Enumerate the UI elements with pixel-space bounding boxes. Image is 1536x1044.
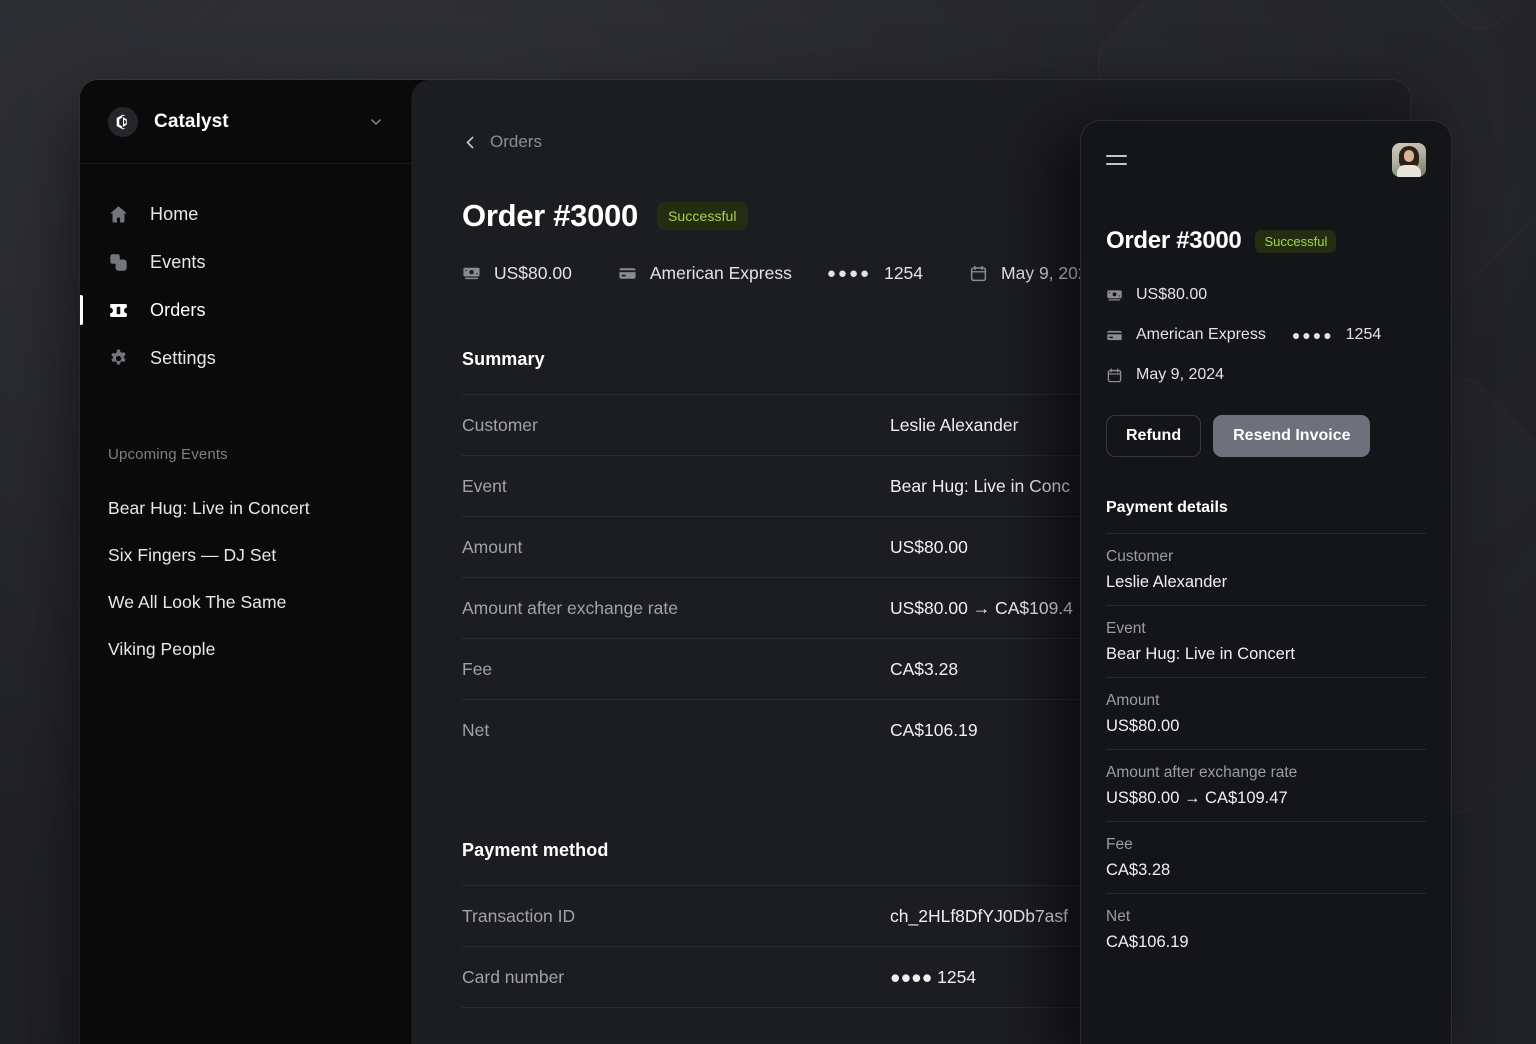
mobile-detail-value: CA$3.28 <box>1106 861 1426 880</box>
mobile-detail-row: Amount US$80.00 <box>1106 677 1426 749</box>
page-title: Order #3000 <box>462 198 638 234</box>
meta-amount: US$80.00 <box>462 263 572 284</box>
sidebar-event-item[interactable]: Viking People <box>80 626 412 673</box>
avatar[interactable] <box>1392 143 1426 177</box>
mobile-detail-label: Amount after exchange rate <box>1106 764 1426 782</box>
summary-row-value: US$80.00 <box>890 537 968 558</box>
mobile-detail-label: Net <box>1106 908 1426 926</box>
summary-row-label: Customer <box>462 415 890 436</box>
ticket-icon <box>108 300 134 321</box>
banknotes-icon <box>462 264 481 283</box>
summary-row-label: Event <box>462 476 890 497</box>
card-dots: ●●●● <box>827 265 871 282</box>
summary-row-value: US$80.00 → CA$109.4 <box>890 598 1073 619</box>
sidebar-item-orders[interactable]: Orders <box>80 286 412 334</box>
mobile-meta-list: US$80.00 American Express ●●●● 1254 May … <box>1106 275 1426 395</box>
mobile-detail-label: Customer <box>1106 548 1426 566</box>
sidebar-item-label: Settings <box>150 348 216 369</box>
credit-card-icon <box>1106 327 1124 344</box>
sidebar-item-label: Orders <box>150 300 206 321</box>
sidebar-event-item[interactable]: Bear Hug: Live in Concert <box>80 485 412 532</box>
squares-icon <box>108 252 134 273</box>
payment-row-label: Transaction ID <box>462 906 890 927</box>
hamburger-menu-icon[interactable] <box>1106 151 1127 169</box>
mobile-detail-row: Customer Leslie Alexander <box>1106 533 1426 605</box>
mobile-detail-label: Amount <box>1106 692 1426 710</box>
chevron-down-icon[interactable] <box>368 114 384 130</box>
summary-row-value: CA$106.19 <box>890 720 978 741</box>
sidebar-item-settings[interactable]: Settings <box>80 334 412 382</box>
refund-button[interactable]: Refund <box>1106 415 1201 457</box>
summary-row-label: Amount after exchange rate <box>462 598 890 619</box>
card-dots: ●●●● <box>1292 327 1334 343</box>
sidebar-item-home[interactable]: Home <box>80 190 412 238</box>
mobile-payment-details-list: Customer Leslie Alexander Event Bear Hug… <box>1106 533 1426 965</box>
summary-row-value: CA$3.28 <box>890 659 958 680</box>
mobile-meta-date-value: May 9, 2024 <box>1136 366 1224 384</box>
mobile-meta-card: American Express ●●●● 1254 <box>1106 315 1426 355</box>
mobile-detail-row: Net CA$106.19 <box>1106 893 1426 965</box>
mobile-detail-row: Fee CA$3.28 <box>1106 821 1426 893</box>
mobile-meta-amount: US$80.00 <box>1106 275 1426 315</box>
mobile-meta-amount-value: US$80.00 <box>1136 286 1207 304</box>
sidebar: Catalyst Home Events <box>80 80 412 1044</box>
sidebar-item-label: Home <box>150 204 198 225</box>
sidebar-section-label: Upcoming Events <box>80 446 412 463</box>
summary-row-label: Net <box>462 720 890 741</box>
mobile-action-buttons: Refund Resend Invoice <box>1106 415 1426 457</box>
screen-root: Catalyst Home Events <box>0 0 1536 1044</box>
mobile-detail-label: Fee <box>1106 836 1426 854</box>
summary-row-label: Fee <box>462 659 890 680</box>
resend-invoice-button[interactable]: Resend Invoice <box>1213 415 1370 457</box>
banknotes-icon <box>1106 287 1124 304</box>
breadcrumb-label: Orders <box>490 132 542 152</box>
sidebar-brand-header[interactable]: Catalyst <box>80 80 412 164</box>
mobile-meta-date: May 9, 2024 <box>1106 355 1426 395</box>
mobile-detail-value: CA$106.19 <box>1106 933 1426 952</box>
mobile-status-badge: Successful <box>1255 230 1336 253</box>
sidebar-item-label: Events <box>150 252 206 273</box>
sidebar-nav: Home Events Orders <box>80 164 412 382</box>
payment-row-value: ●●●● 1254 <box>890 967 976 988</box>
summary-row-value: Bear Hug: Live in Conc <box>890 476 1070 497</box>
mobile-page-title: Order #3000 <box>1106 227 1241 255</box>
breadcrumb-back-orders[interactable]: Orders <box>462 132 542 152</box>
meta-amount-value: US$80.00 <box>494 263 572 284</box>
calendar-icon <box>1106 367 1124 384</box>
meta-date: May 9, 2024 <box>969 263 1097 284</box>
mobile-detail-label: Event <box>1106 620 1426 638</box>
mobile-payment-details-title: Payment details <box>1106 499 1426 517</box>
status-badge: Successful <box>657 202 748 230</box>
mobile-detail-row: Event Bear Hug: Live in Concert <box>1106 605 1426 677</box>
summary-row-value: Leslie Alexander <box>890 415 1018 436</box>
gear-icon <box>108 348 134 369</box>
summary-row-label: Amount <box>462 537 890 558</box>
chevron-left-icon <box>462 134 479 151</box>
mobile-detail-value: Leslie Alexander <box>1106 573 1426 592</box>
mobile-meta-card-brand: American Express <box>1136 326 1266 344</box>
sidebar-upcoming-events-list: Bear Hug: Live in Concert Six Fingers — … <box>80 485 412 673</box>
mobile-detail-row: Amount after exchange rate US$80.00 → CA… <box>1106 749 1426 821</box>
meta-card-last4: 1254 <box>884 263 923 284</box>
sidebar-event-item[interactable]: We All Look The Same <box>80 579 412 626</box>
mobile-meta-card-last4: 1254 <box>1346 326 1382 344</box>
mobile-topbar <box>1106 121 1426 199</box>
credit-card-icon <box>618 264 637 283</box>
hexagon-logo-icon <box>108 107 138 137</box>
sidebar-item-events[interactable]: Events <box>80 238 412 286</box>
mobile-preview-panel: Order #3000 Successful US$80.00 American… <box>1080 120 1452 1044</box>
home-icon <box>108 204 134 225</box>
meta-card: American Express ●●●● 1254 <box>618 263 923 284</box>
mobile-detail-value: US$80.00 <box>1106 717 1426 736</box>
mobile-order-header: Order #3000 Successful <box>1106 227 1426 255</box>
sidebar-event-item[interactable]: Six Fingers — DJ Set <box>80 532 412 579</box>
brand-name: Catalyst <box>154 111 368 133</box>
meta-card-brand: American Express <box>650 263 792 284</box>
mobile-detail-value: US$80.00 → CA$109.47 <box>1106 789 1426 808</box>
calendar-icon <box>969 264 988 283</box>
background-shape-3 <box>1268 0 1536 42</box>
payment-row-label: Card number <box>462 967 890 988</box>
mobile-detail-value: Bear Hug: Live in Concert <box>1106 645 1426 664</box>
payment-row-value: ch_2HLf8DfYJ0Db7asf <box>890 906 1068 927</box>
